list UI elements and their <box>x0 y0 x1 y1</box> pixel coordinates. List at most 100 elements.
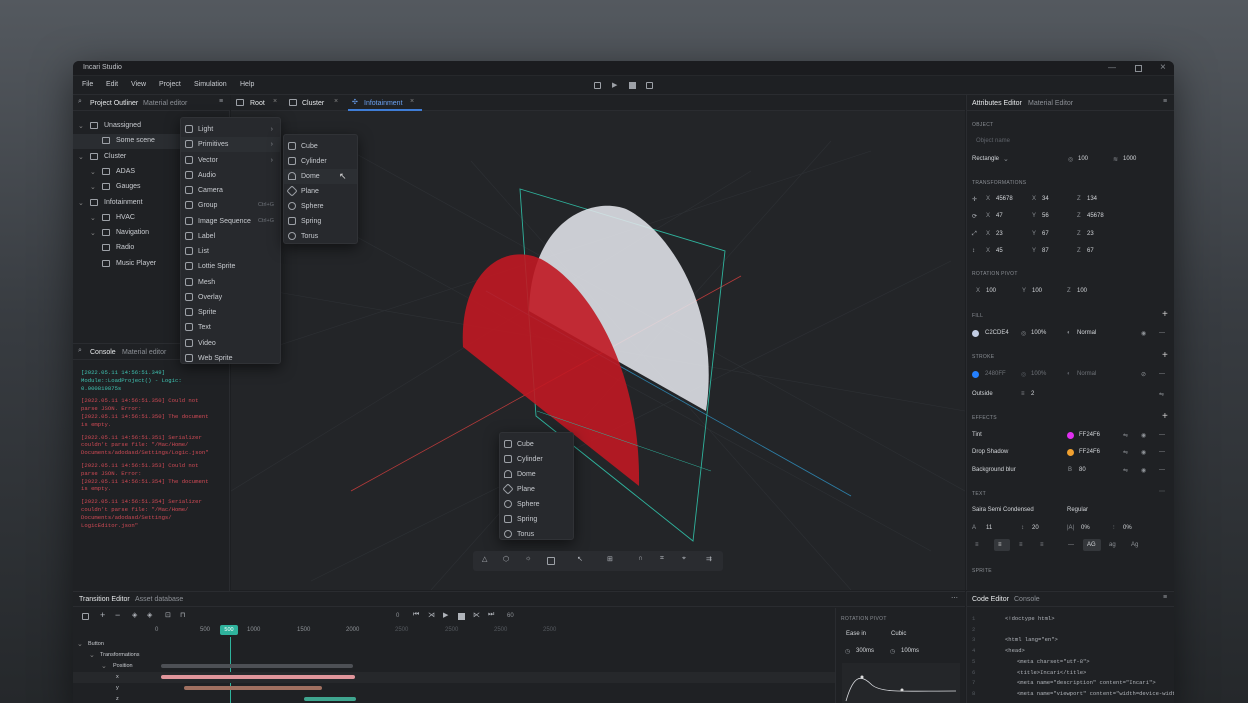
settings-icon[interactable]: ⇋ <box>1159 391 1164 398</box>
y-value[interactable]: 56 <box>1042 213 1049 219</box>
lock-icon[interactable]: ⊓ <box>180 611 185 619</box>
z-value[interactable]: 67 <box>1087 248 1094 254</box>
menu-item-cylinder[interactable]: Cylinder <box>500 452 573 467</box>
chevron-down-icon[interactable]: ⌄ <box>90 168 96 176</box>
remove-icon[interactable]: — <box>1159 467 1165 473</box>
remove-icon[interactable]: — <box>1159 371 1165 377</box>
chevron-down-icon[interactable]: ⌄ <box>78 153 84 161</box>
tab-console[interactable]: Console <box>1014 596 1040 603</box>
save-icon[interactable] <box>82 613 89 620</box>
eye-icon[interactable]: ◉ <box>1141 330 1146 337</box>
tab-material-editor[interactable]: Material editor <box>122 349 166 356</box>
font-family-select[interactable]: Saira Semi Condensed <box>972 507 1034 513</box>
settings-icon[interactable]: ⇋ <box>1123 432 1128 439</box>
tab-asset-database[interactable]: Asset database <box>135 596 183 603</box>
code-line[interactable]: <title>Incari</title> <box>1017 669 1086 676</box>
case-upper-option[interactable]: AG <box>1087 542 1096 548</box>
eye-icon[interactable]: ◉ <box>1141 432 1146 439</box>
effect-swatch[interactable] <box>1067 432 1074 439</box>
hamburger-icon[interactable]: ≡ <box>1163 594 1167 601</box>
y-keyframe-bar[interactable] <box>184 686 322 690</box>
z-keyframe-bar[interactable] <box>304 697 356 701</box>
object-name-input[interactable]: Object name <box>976 138 1010 144</box>
select-icon[interactable]: ↖ <box>577 555 583 563</box>
easing-curve[interactable] <box>842 663 960 703</box>
code-line[interactable]: <head> <box>1005 647 1025 654</box>
add-icon[interactable]: + <box>100 610 105 620</box>
menu-item-lottie-sprite[interactable]: Lottie Sprite <box>181 259 280 274</box>
font-size-value[interactable]: 11 <box>986 525 992 531</box>
flow-icon[interactable]: ⇉ <box>706 555 712 563</box>
menu-item-camera[interactable]: Camera <box>181 183 280 198</box>
menu-item-text[interactable]: Text <box>181 320 280 335</box>
menu-item-sphere[interactable]: Sphere <box>500 497 573 512</box>
add-fill-icon[interactable]: + <box>1162 309 1168 320</box>
track-transformations[interactable]: ⌄ Transformations <box>73 650 835 661</box>
menu-item-web-sprite[interactable]: Web Sprite <box>181 351 280 366</box>
menu-help[interactable]: Help <box>240 81 254 88</box>
search-icon[interactable]: ⌕ <box>78 98 82 106</box>
stroke-position-select[interactable]: Outside <box>972 391 993 397</box>
eye-icon[interactable]: ◉ <box>1141 467 1146 474</box>
y-value[interactable]: 87 <box>1042 248 1049 254</box>
chart-icon[interactable]: ⊞ <box>607 555 613 563</box>
x-value[interactable]: 45678 <box>996 196 1013 202</box>
stroke-color-value[interactable]: 2480FF <box>985 371 1006 377</box>
remove-icon[interactable]: — <box>1159 432 1165 438</box>
menu-item-vector[interactable]: Vector › <box>181 153 280 168</box>
tab-code-editor[interactable]: Code Editor <box>972 596 1009 603</box>
frame-icon[interactable] <box>547 557 555 565</box>
minimize-icon[interactable]: — <box>1108 63 1116 72</box>
menu-item-overlay[interactable]: Overlay <box>181 290 280 305</box>
play-icon[interactable]: ▶ <box>612 81 617 89</box>
add-stroke-icon[interactable]: + <box>1162 350 1168 361</box>
submenu-item-plane[interactable]: Plane <box>284 184 357 199</box>
close-icon[interactable]: × <box>1160 62 1166 73</box>
search-icon[interactable]: ⌕ <box>78 347 82 355</box>
effect-name-select[interactable]: Tint <box>972 432 982 438</box>
x-value[interactable]: 23 <box>996 231 1003 237</box>
tab-transition-editor[interactable]: Transition Editor <box>79 596 130 603</box>
chevron-down-icon[interactable]: ⌄ <box>1003 155 1009 163</box>
submenu-item-cylinder[interactable]: Cylinder <box>284 154 357 169</box>
pivot-z-value[interactable]: 100 <box>1077 288 1087 294</box>
frame-end[interactable]: 60 <box>507 613 514 619</box>
z-value[interactable]: 23 <box>1087 231 1094 237</box>
menu-item-spring[interactable]: Spring <box>500 512 573 527</box>
case-lower-option[interactable]: ag <box>1109 542 1116 548</box>
menu-view[interactable]: View <box>131 81 146 88</box>
hamburger-icon[interactable]: ≡ <box>219 98 223 105</box>
tab-material-editor[interactable]: Material editor <box>143 100 187 107</box>
more-icon[interactable]: ⋯ <box>951 594 958 602</box>
z-value[interactable]: 45678 <box>1087 213 1104 219</box>
code-line[interactable]: <html lang="en"> <box>1005 636 1058 643</box>
align-right-icon[interactable]: ≡ <box>1019 542 1023 548</box>
letter-spacing-value[interactable]: 0% <box>1081 525 1090 531</box>
stroke-width-value[interactable]: 2 <box>1031 391 1034 397</box>
close-icon[interactable]: × <box>273 98 277 105</box>
close-icon[interactable]: × <box>334 98 338 105</box>
curve-select[interactable]: Cubic <box>891 631 906 637</box>
settings-icon[interactable]: ⇋ <box>1123 467 1128 474</box>
menu-item-list[interactable]: List <box>181 244 280 259</box>
y-value[interactable]: 34 <box>1042 196 1049 202</box>
position-bar[interactable] <box>161 664 353 668</box>
fill-color-value[interactable]: C2CDE4 <box>985 330 1009 336</box>
object-type-select[interactable]: Rectangle <box>972 156 999 162</box>
pivot-x-value[interactable]: 100 <box>986 288 996 294</box>
code-line[interactable]: <!doctype html> <box>1005 615 1055 622</box>
eye-off-icon[interactable]: ⊘ <box>1141 371 1146 378</box>
primitive-icon[interactable]: ⬡ <box>503 555 509 563</box>
eye-icon[interactable]: ◉ <box>1141 449 1146 456</box>
effect-name-select[interactable]: Drop Shadow <box>972 449 1008 455</box>
import-icon[interactable] <box>594 82 601 89</box>
effect-name-select[interactable]: Background blur <box>972 467 1016 473</box>
playhead-label[interactable]: 500 <box>220 625 238 635</box>
tab-infotainment[interactable]: ✣ Infotainment × <box>348 95 422 111</box>
skip-start-icon[interactable]: ⏮ <box>413 611 419 619</box>
effect-value[interactable]: FF24F6 <box>1079 449 1100 455</box>
z-value[interactable]: 134 <box>1087 196 1097 202</box>
menu-item-cube[interactable]: Cube <box>500 437 573 452</box>
menu-item-light[interactable]: Light › <box>181 122 280 137</box>
object-opacity-value[interactable]: 100 <box>1078 156 1088 162</box>
